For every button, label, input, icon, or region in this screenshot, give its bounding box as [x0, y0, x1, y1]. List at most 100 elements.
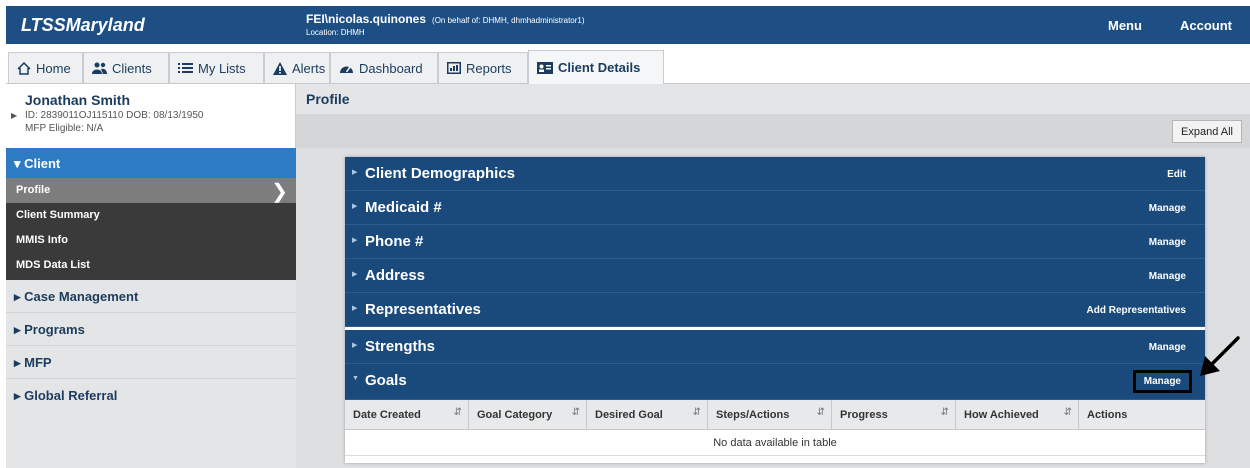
report-icon: [447, 62, 461, 74]
sidebar-section-label: Client: [24, 156, 61, 171]
sidebar: ▾ Client Profile ❯ Client Summary MMIS In…: [6, 148, 296, 468]
manage-goals-button[interactable]: Manage: [1132, 370, 1192, 393]
caret-right-icon: ▶: [352, 342, 358, 349]
tab-label: Alerts: [292, 60, 326, 76]
sort-icon: ⇵: [692, 407, 701, 418]
sidebar-item-label: Case Management: [24, 289, 139, 304]
caret-right-icon: ▶: [352, 237, 358, 244]
column-label: Desired Goal: [595, 409, 663, 421]
section-label: Goals: [365, 372, 407, 389]
home-icon: [17, 61, 31, 75]
section-label: Client Demographics: [365, 165, 516, 182]
manage-strengths-button[interactable]: Manage: [1149, 342, 1186, 353]
tab-my-lists[interactable]: My Lists: [169, 52, 264, 83]
client-subnav: Profile ❯ Client Summary MMIS Info MDS Da…: [6, 178, 296, 280]
column-date-created[interactable]: Date Created ⇵: [345, 400, 468, 430]
goals-table-header: Date Created ⇵ Goal Category ⇵ Desired Goa…: [345, 400, 1205, 430]
column-steps-actions[interactable]: Steps/Actions ⇵: [707, 400, 831, 430]
section-representatives[interactable]: ▶ Representatives Add Representatives: [345, 293, 1205, 327]
column-desired-goal[interactable]: Desired Goal ⇵: [586, 400, 707, 430]
column-actions[interactable]: Actions: [1078, 400, 1205, 430]
sidebar-item-mmis-info[interactable]: MMIS Info: [6, 228, 296, 253]
tab-clients[interactable]: Clients: [83, 52, 169, 83]
dashboard-icon: [340, 66, 353, 73]
section-phone[interactable]: ▶ Phone # Manage: [345, 225, 1205, 259]
sidebar-item-label: Global Referral: [24, 388, 118, 403]
section-medicaid[interactable]: ▶ Medicaid # Manage: [345, 191, 1205, 225]
sidebar-item-programs[interactable]: ▸ Programs: [6, 313, 296, 346]
sidebar-item-label: MFP: [24, 355, 52, 370]
tab-label: My Lists: [198, 60, 246, 76]
empty-table-message: No data available in table: [345, 430, 1205, 456]
sort-icon: ⇵: [816, 407, 825, 418]
column-label: Date Created: [353, 409, 421, 421]
caret-right-icon: ▶: [352, 305, 358, 312]
tab-dashboard[interactable]: Dashboard: [330, 52, 438, 83]
location-text: Location: DHMH: [306, 28, 365, 37]
manage-address-button[interactable]: Manage: [1149, 271, 1186, 282]
tab-label: Client Details: [558, 60, 641, 75]
toolbar: Expand All: [296, 114, 1250, 148]
section-label: Strengths: [365, 338, 436, 355]
column-how-achieved[interactable]: How Achieved ⇵: [955, 400, 1078, 430]
section-label: Representatives: [365, 301, 481, 318]
client-id-dob: ID: 2839011OJ115110 DOB: 08/13/1950: [25, 110, 204, 121]
sidebar-item-mds-data-list[interactable]: MDS Data List: [6, 253, 296, 278]
caret-right-icon: ▶: [352, 169, 358, 176]
sidebar-item-label: Profile: [16, 184, 51, 196]
caret-right-icon: ▶: [352, 203, 358, 210]
menu-link[interactable]: Menu: [1108, 18, 1142, 33]
column-progress[interactable]: Progress ⇵: [831, 400, 955, 430]
app-logo[interactable]: LTSSMaryland: [21, 15, 145, 36]
column-label: How Achieved: [964, 409, 1039, 421]
account-link[interactable]: Account: [1180, 18, 1232, 33]
tab-alerts[interactable]: Alerts: [264, 52, 330, 83]
tab-home[interactable]: Home: [8, 52, 83, 83]
tab-reports[interactable]: Reports: [438, 52, 528, 83]
section-client-demographics[interactable]: ▶ Client Demographics Edit: [345, 157, 1205, 191]
tab-label: Clients: [112, 60, 152, 76]
mfp-eligibility: MFP Eligible: N/A: [25, 123, 104, 134]
tab-label: Reports: [466, 60, 512, 76]
column-goal-category[interactable]: Goal Category ⇵: [468, 400, 586, 430]
manage-phone-button[interactable]: Manage: [1149, 237, 1186, 248]
expand-all-button[interactable]: Expand All: [1172, 120, 1242, 143]
expand-client-icon[interactable]: ▶: [11, 111, 17, 120]
sidebar-item-case-management[interactable]: ▸ Case Management: [6, 280, 296, 313]
page-title: Profile: [306, 91, 350, 107]
client-info-panel: ▶ Jonathan Smith ID: 2839011OJ115110 DOB…: [6, 84, 296, 148]
profile-accordion: ▶ Client Demographics Edit ▶ Medicaid # …: [345, 157, 1205, 463]
user-name: FEI\nicolas.quinones (On behalf of: DHMH,…: [306, 12, 585, 26]
sidebar-item-label: Programs: [24, 322, 85, 337]
section-label: Address: [365, 267, 426, 284]
section-label: Phone #: [365, 233, 424, 250]
section-goals[interactable]: ▼ Goals Manage: [345, 364, 1205, 400]
chevron-right-icon: ❯: [271, 181, 288, 203]
pointer-arrow-icon: [1200, 336, 1240, 376]
tab-client-details[interactable]: Client Details: [528, 50, 664, 84]
sidebar-item-global-referral[interactable]: ▸ Global Referral: [6, 379, 296, 412]
main-tabs: Home Clients My Lists Alerts Dashboard R…: [6, 50, 1250, 84]
caret-down-icon: ▼: [352, 375, 359, 382]
user-login: FEI\nicolas.quinones: [306, 12, 427, 26]
section-address[interactable]: ▶ Address Manage: [345, 259, 1205, 293]
sidebar-item-label: MMIS Info: [16, 234, 68, 246]
sidebar-item-client-summary[interactable]: Client Summary: [6, 203, 296, 228]
top-header: LTSSMaryland FEI\nicolas.quinones (On beh…: [6, 6, 1250, 44]
sidebar-section-client[interactable]: ▾ Client: [6, 148, 296, 178]
sidebar-item-mfp[interactable]: ▸ MFP: [6, 346, 296, 379]
column-label: Progress: [840, 409, 888, 421]
sidebar-item-profile[interactable]: Profile ❯: [6, 178, 296, 203]
users-icon: [92, 62, 107, 74]
tab-label: Dashboard: [359, 60, 423, 76]
add-representatives-button[interactable]: Add Representatives: [1087, 305, 1186, 316]
section-strengths[interactable]: ▶ Strengths Manage: [345, 330, 1205, 364]
sidebar-item-label: Client Summary: [16, 209, 100, 221]
edit-demographics-button[interactable]: Edit: [1167, 169, 1186, 180]
sort-icon: ⇵: [571, 407, 580, 418]
sidebar-item-label: MDS Data List: [16, 259, 90, 271]
sort-icon: ⇵: [453, 407, 462, 418]
column-label: Steps/Actions: [716, 409, 790, 421]
section-label: Medicaid #: [365, 199, 442, 216]
manage-medicaid-button[interactable]: Manage: [1149, 203, 1186, 214]
